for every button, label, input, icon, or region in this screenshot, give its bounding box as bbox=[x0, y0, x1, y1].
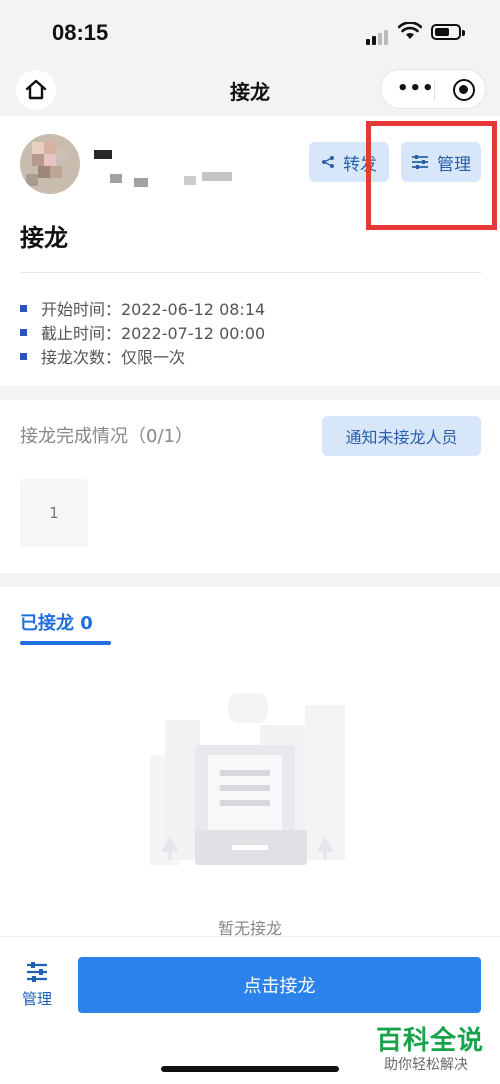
bottom-manage-button[interactable]: 管理 bbox=[16, 962, 58, 1009]
activity-title: 接龙 bbox=[20, 224, 68, 252]
empty-document-icon bbox=[150, 693, 345, 865]
notify-button[interactable]: 通知未接龙人员 bbox=[322, 416, 481, 456]
settings-sliders-icon bbox=[27, 962, 47, 982]
bullet-icon bbox=[20, 304, 27, 312]
status-time: 08:15 bbox=[52, 20, 109, 45]
avatar bbox=[20, 134, 80, 194]
divider bbox=[20, 272, 481, 273]
bullet-icon bbox=[20, 352, 27, 360]
share-icon bbox=[322, 156, 334, 168]
watermark-logo-text: 百科全说 bbox=[376, 1026, 485, 1056]
cellular-signal-icon bbox=[366, 26, 390, 45]
mini-program-capsule: ••• bbox=[380, 69, 486, 109]
tab-indicator bbox=[20, 641, 111, 645]
watermark-tagline: 助你轻松解决 bbox=[384, 1057, 468, 1073]
more-icon[interactable]: ••• bbox=[397, 78, 435, 99]
info-end-time: 截止时间：2022-07-12 00:00 bbox=[20, 320, 265, 344]
participant-slot[interactable]: 1 bbox=[20, 479, 88, 547]
info-start-time: 开始时间：2022-06-12 08:14 bbox=[20, 296, 265, 320]
tab-joined[interactable]: 已接龙 0 bbox=[20, 609, 93, 635]
close-mini-program-icon[interactable] bbox=[453, 79, 475, 101]
highlight-box bbox=[366, 121, 497, 230]
home-indicator bbox=[161, 1066, 339, 1072]
completion-label: 接龙完成情况（0/1） bbox=[20, 426, 193, 447]
join-button[interactable]: 点击接龙 bbox=[78, 957, 481, 1013]
section-gap bbox=[0, 386, 500, 400]
info-count: 接龙次数：仅限一次 bbox=[20, 344, 185, 368]
wifi-icon bbox=[397, 21, 423, 44]
bottom-manage-label: 管理 bbox=[21, 990, 52, 1008]
bullet-icon bbox=[20, 328, 27, 336]
battery-icon bbox=[431, 24, 465, 40]
section-gap bbox=[0, 573, 500, 587]
